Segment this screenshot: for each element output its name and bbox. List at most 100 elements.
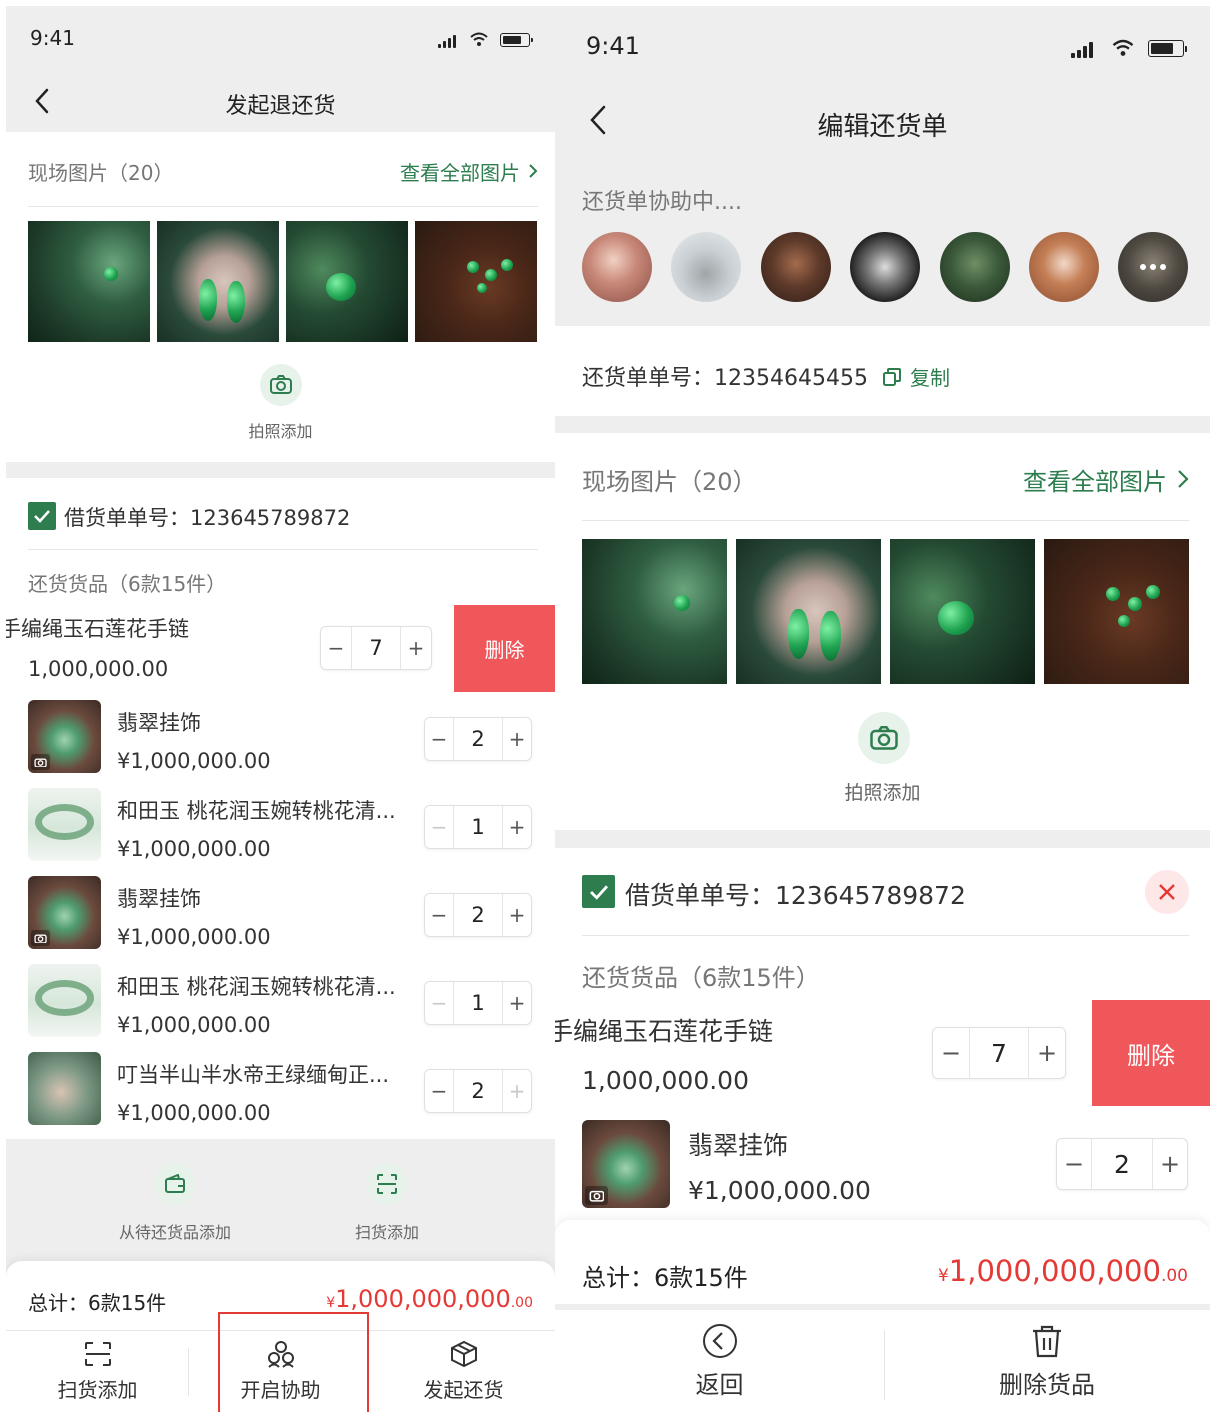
- order-checkbox[interactable]: [28, 502, 56, 530]
- package-icon: [450, 1340, 477, 1368]
- increase-button[interactable]: +: [503, 718, 531, 760]
- decrease-button[interactable]: −: [425, 894, 453, 936]
- amount-value: 1,000,000,000: [948, 1254, 1161, 1288]
- decrease-button[interactable]: −: [425, 982, 453, 1024]
- item-image[interactable]: [28, 700, 101, 773]
- quantity-value[interactable]: 2: [453, 894, 503, 936]
- camera-icon: [870, 725, 898, 750]
- list-item[interactable]: 翡翠挂饰 ¥1,000,000.00 −2 +: [6, 871, 555, 959]
- list-item[interactable]: 和田玉 桃花润玉婉转桃花清... ¥1,000,000.00 −1 +: [6, 783, 555, 871]
- avatar[interactable]: [671, 232, 741, 302]
- item-price: ¥1,000,000.00: [117, 925, 271, 949]
- quantity-value[interactable]: 7: [351, 627, 401, 669]
- item-image[interactable]: [28, 1052, 101, 1125]
- divider-line: [582, 520, 1189, 521]
- avatar[interactable]: [850, 232, 920, 302]
- decrease-button[interactable]: −: [321, 627, 351, 669]
- scan-add-tab[interactable]: 扫货添加: [6, 1331, 189, 1412]
- swiped-list-item[interactable]: 手编绳玉石莲花手链 1,000,000.00 − 7 +: [555, 1000, 1092, 1104]
- decrease-button[interactable]: −: [425, 806, 453, 848]
- photo-thumb[interactable]: [415, 221, 537, 342]
- highlight-box: [218, 1312, 369, 1412]
- photos-header: 现场图片（20） 查看全部图片: [28, 156, 538, 186]
- item-image[interactable]: [28, 876, 101, 949]
- decrease-button[interactable]: −: [1057, 1139, 1091, 1189]
- quantity-value[interactable]: 1: [453, 982, 503, 1024]
- item-name: 翡翠挂饰: [117, 887, 201, 911]
- delete-goods-tab[interactable]: 删除货品: [884, 1310, 1210, 1412]
- list-item[interactable]: 叮当半山半水帝王绿缅甸正... ¥1,000,000.00 −2 +: [6, 1047, 555, 1135]
- item-name: 手编绳玉石莲花手链: [6, 617, 189, 641]
- check-icon: [589, 884, 608, 900]
- back-circle-icon: [702, 1323, 737, 1358]
- photo-thumb[interactable]: [28, 221, 150, 342]
- scan-add-button[interactable]: 扫货添加: [332, 1163, 442, 1243]
- right-screen: 9:41 编辑还货单 还货单协助中.... 还货单单号：12354645455 …: [555, 6, 1210, 1412]
- currency-symbol: ¥: [937, 1266, 949, 1286]
- goods-header: 还货货品（6款15件）: [28, 572, 227, 596]
- increase-button[interactable]: +: [1029, 1028, 1065, 1078]
- add-from-pending-button[interactable]: 从待还货品添加: [98, 1163, 252, 1243]
- remove-order-button[interactable]: [1145, 870, 1189, 914]
- increase-button[interactable]: +: [503, 982, 531, 1024]
- item-price: ¥1,000,000.00: [117, 1101, 271, 1125]
- photo-thumb[interactable]: [1044, 539, 1189, 684]
- delete-button[interactable]: 删除: [454, 605, 555, 692]
- avatar[interactable]: [1029, 232, 1099, 302]
- status-time: 9:41: [30, 26, 75, 50]
- list-item[interactable]: 翡翠挂饰 ¥1,000,000.00 −2 +: [555, 1114, 1210, 1218]
- list-item[interactable]: 翡翠挂饰 ¥1,000,000.00 −2 +: [6, 695, 555, 783]
- item-name: 和田玉 桃花润玉婉转桃花清...: [117, 799, 396, 823]
- view-all-photos-link[interactable]: 查看全部图片: [1023, 462, 1189, 497]
- copy-button[interactable]: 复制: [882, 362, 950, 391]
- decrease-button[interactable]: −: [425, 1070, 453, 1112]
- take-photo-button[interactable]: [858, 712, 910, 764]
- wifi-icon: [470, 32, 488, 46]
- increase-button[interactable]: +: [503, 1070, 531, 1112]
- photo-thumb[interactable]: [582, 539, 727, 684]
- swiped-list-item[interactable]: 手编绳玉石莲花手链 1,000,000.00 − 7 +: [6, 605, 455, 691]
- photo-thumb[interactable]: [286, 221, 408, 342]
- avatar[interactable]: [761, 232, 831, 302]
- view-all-label: 查看全部图片: [1023, 467, 1167, 496]
- item-price: ¥1,000,000.00: [117, 1013, 271, 1037]
- take-photo-button[interactable]: [260, 364, 302, 406]
- item-image[interactable]: [28, 788, 101, 861]
- increase-button[interactable]: +: [401, 627, 431, 669]
- item-name: 叮当半山半水帝王绿缅甸正...: [117, 1063, 390, 1087]
- avatar[interactable]: [582, 232, 652, 302]
- photo-thumb[interactable]: [157, 221, 279, 342]
- decrease-button[interactable]: −: [425, 718, 453, 760]
- add-from-pending-label: 从待还货品添加: [118, 1223, 231, 1242]
- quantity-value[interactable]: 2: [1091, 1139, 1153, 1189]
- quantity-value[interactable]: 2: [453, 718, 503, 760]
- view-all-photos-link[interactable]: 查看全部图片: [400, 157, 538, 186]
- quantity-stepper: −2 +: [1056, 1138, 1188, 1190]
- item-image[interactable]: [28, 964, 101, 1037]
- photo-thumb[interactable]: [736, 539, 881, 684]
- quantity-value[interactable]: 1: [453, 806, 503, 848]
- order-number: 借货单单号：123645789872: [625, 881, 966, 910]
- increase-button[interactable]: +: [1153, 1139, 1187, 1189]
- amount-value: 1,000,000,000: [335, 1285, 511, 1313]
- increase-button[interactable]: +: [503, 806, 531, 848]
- decrease-button[interactable]: −: [933, 1028, 969, 1078]
- total-amount: ¥1,000,000,000.00: [938, 1254, 1188, 1288]
- quantity-value[interactable]: 2: [453, 1070, 503, 1112]
- tab-label: 删除货品: [999, 1370, 1095, 1399]
- item-image[interactable]: [582, 1120, 670, 1208]
- submit-return-tab[interactable]: 发起还货: [372, 1331, 555, 1412]
- take-photo-label: 拍照添加: [844, 782, 921, 804]
- list-item[interactable]: 和田玉 桃花润玉婉转桃花清... ¥1,000,000.00 −1 +: [6, 959, 555, 1047]
- avatar[interactable]: [940, 232, 1010, 302]
- order-checkbox[interactable]: [582, 875, 615, 908]
- quantity-value[interactable]: 7: [969, 1028, 1029, 1078]
- total-card: 总计：6款15件 ¥1,000,000,000.00: [555, 1220, 1210, 1310]
- add-actions-bg: [6, 1139, 555, 1279]
- back-tab[interactable]: 返回: [555, 1310, 884, 1412]
- more-avatars-button[interactable]: [1118, 232, 1188, 302]
- increase-button[interactable]: +: [503, 894, 531, 936]
- photos-label: 现场图片（20）: [582, 467, 757, 496]
- photo-thumb[interactable]: [890, 539, 1035, 684]
- delete-button[interactable]: 删除: [1092, 1000, 1210, 1106]
